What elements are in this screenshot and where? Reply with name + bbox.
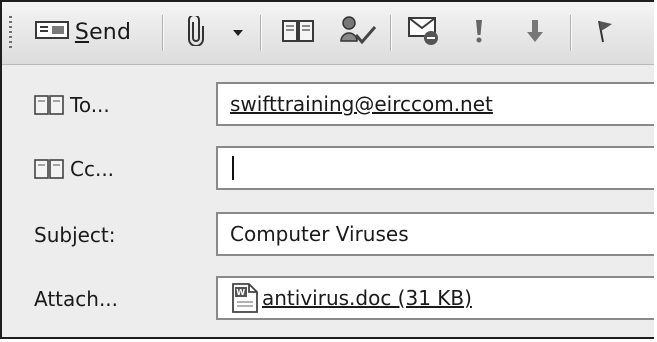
paperclip-icon bbox=[187, 14, 205, 50]
subject-label: Subject: bbox=[34, 223, 116, 247]
svg-text:W: W bbox=[236, 288, 245, 297]
cc-label: Cc... bbox=[70, 157, 115, 181]
attachment-name[interactable]: antivirus.doc (31 KB) bbox=[262, 286, 472, 310]
toolbar-grip[interactable] bbox=[9, 16, 12, 50]
address-book-icon bbox=[281, 18, 315, 48]
attach-field[interactable]: W antivirus.doc (31 KB) bbox=[216, 276, 654, 320]
follow-up-flag-button[interactable] bbox=[590, 14, 620, 52]
word-document-icon: W bbox=[230, 282, 260, 314]
to-label: To... bbox=[70, 93, 110, 117]
importance-high-icon bbox=[473, 18, 485, 48]
subject-field[interactable]: Computer Viruses bbox=[216, 212, 654, 256]
check-names-icon bbox=[337, 15, 377, 51]
send-envelope-icon bbox=[34, 20, 69, 44]
importance-low-icon bbox=[526, 18, 544, 48]
attach-file-button[interactable] bbox=[180, 14, 212, 52]
chevron-down-icon bbox=[232, 26, 244, 41]
send-button[interactable]: Send bbox=[20, 14, 146, 50]
address-book-icon bbox=[34, 94, 64, 116]
cc-button[interactable]: Cc... bbox=[34, 154, 114, 184]
compose-toolbar: Send bbox=[2, 2, 654, 65]
toolbar-separator bbox=[570, 15, 572, 51]
toolbar-separator bbox=[162, 15, 164, 51]
to-field[interactable]: swifttraining@eirccom.net bbox=[216, 82, 654, 126]
attach-dropdown-button[interactable] bbox=[226, 14, 250, 52]
message-compose-window: Send To... swifttraining@eirccom.net Cc.… bbox=[0, 0, 654, 339]
attachment-item[interactable]: W antivirus.doc (31 KB) bbox=[230, 282, 472, 314]
message-options-icon bbox=[407, 16, 441, 50]
text-caret bbox=[232, 156, 234, 180]
to-button[interactable]: To... bbox=[34, 90, 110, 120]
subject-value: Computer Viruses bbox=[230, 222, 409, 246]
attach-label: Attach... bbox=[34, 287, 119, 311]
follow-up-flag-icon bbox=[595, 18, 615, 48]
check-names-button[interactable] bbox=[334, 14, 380, 52]
toolbar-separator bbox=[390, 15, 392, 51]
address-book-button[interactable] bbox=[278, 14, 318, 52]
cc-field[interactable] bbox=[216, 146, 654, 190]
message-options-button[interactable] bbox=[404, 14, 444, 52]
address-book-icon bbox=[34, 158, 64, 180]
importance-low-button[interactable] bbox=[520, 14, 550, 52]
toolbar-separator bbox=[260, 15, 262, 51]
importance-high-button[interactable] bbox=[464, 14, 494, 52]
to-recipient[interactable]: swifttraining@eirccom.net bbox=[230, 92, 493, 116]
send-button-label: Send bbox=[74, 19, 132, 45]
